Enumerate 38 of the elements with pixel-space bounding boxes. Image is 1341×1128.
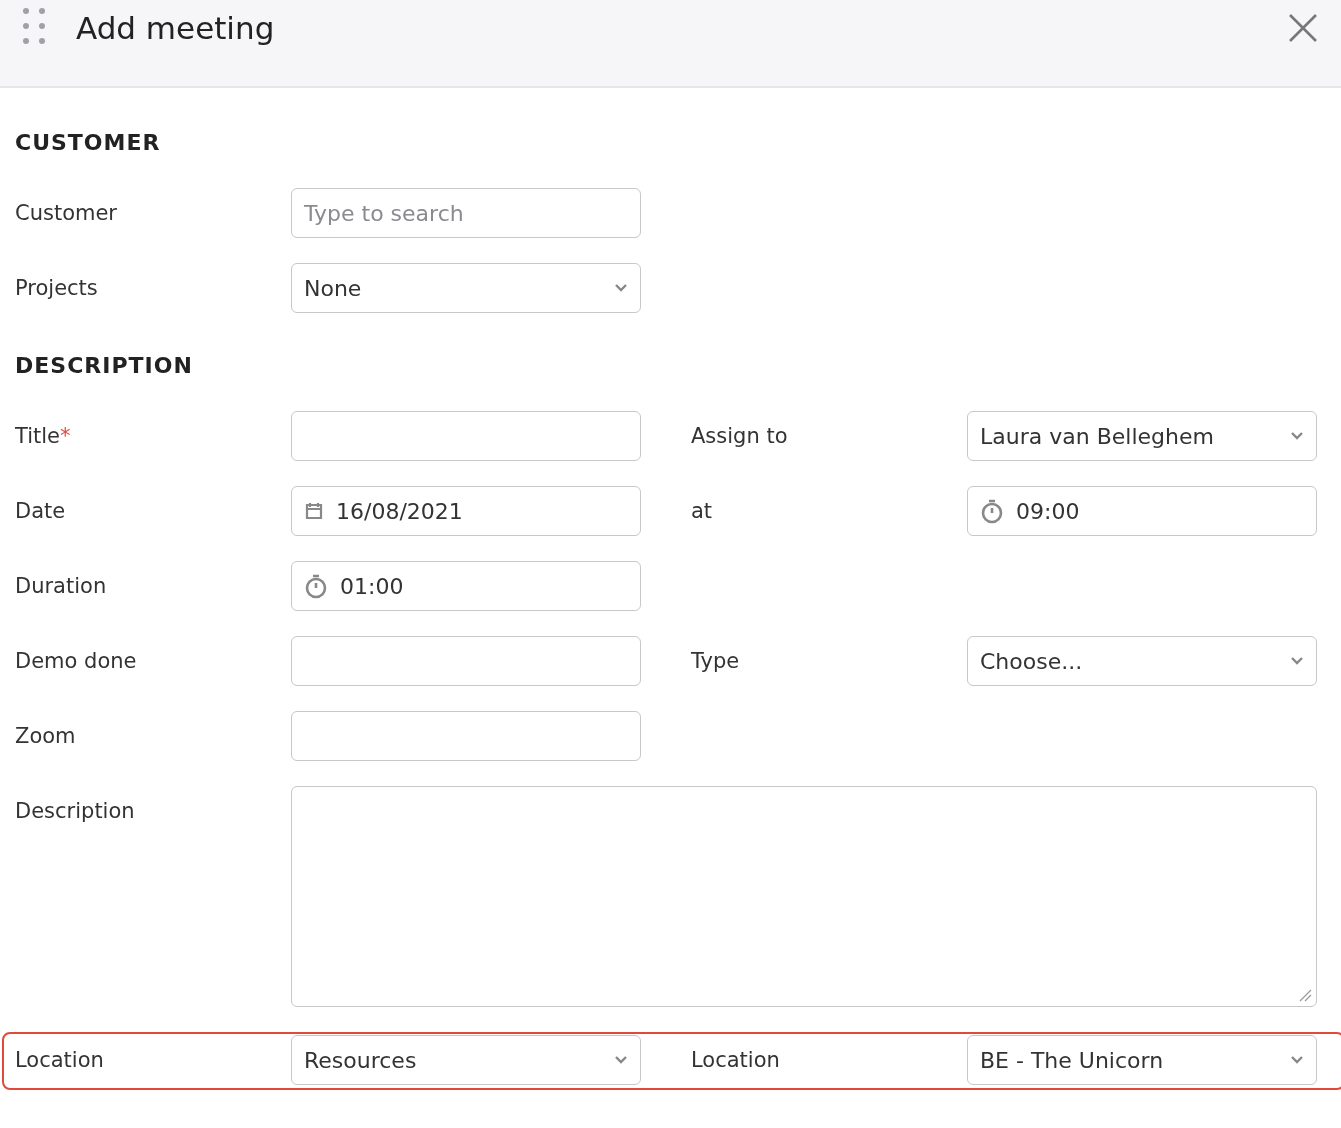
field-label: at	[691, 498, 714, 525]
input-field[interactable]	[291, 636, 641, 686]
chevron-down-icon	[1290, 656, 1304, 666]
field-label: Description	[15, 798, 136, 825]
field-label: Location	[691, 1047, 781, 1074]
chevron-down-icon	[1290, 1055, 1304, 1065]
chevron-down-icon	[614, 1055, 628, 1065]
chevron-down-icon	[614, 283, 628, 293]
time-field[interactable]: 01:00	[291, 561, 641, 611]
section-heading: DESCRIPTION	[15, 352, 194, 380]
field-label: Demo done	[15, 648, 138, 675]
select-field[interactable]: BE - The Unicorn	[967, 1035, 1317, 1085]
select-field[interactable]: Choose...	[967, 636, 1317, 686]
field-label: Title*	[15, 423, 72, 450]
field-label: Type	[691, 648, 741, 675]
section-heading: CUSTOMER	[15, 129, 162, 157]
resize-handle-icon[interactable]	[1298, 988, 1312, 1002]
field-label: Zoom	[15, 723, 77, 750]
field-label: Duration	[15, 573, 108, 600]
select-field[interactable]: Resources	[291, 1035, 641, 1085]
select-field[interactable]: Laura van Belleghem	[967, 411, 1317, 461]
time-field[interactable]: 09:00	[967, 486, 1317, 536]
stopwatch-icon	[304, 573, 328, 599]
select-field[interactable]: None	[291, 263, 641, 313]
dialog-title: Add meeting	[76, 9, 276, 48]
chevron-down-icon	[1290, 431, 1304, 441]
date-field[interactable]: 16/08/2021	[291, 486, 641, 536]
field-label: Assign to	[691, 423, 789, 450]
drag-handle-icon[interactable]	[22, 6, 46, 46]
field-label: Date	[15, 498, 67, 525]
close-icon[interactable]	[1287, 12, 1319, 44]
field-label: Location	[15, 1047, 105, 1074]
input-field[interactable]	[291, 711, 641, 761]
field-label: Customer	[15, 200, 118, 227]
calendar-icon	[304, 501, 324, 521]
field-label: Projects	[15, 275, 99, 302]
stopwatch-icon	[980, 498, 1004, 524]
input-field[interactable]	[291, 411, 641, 461]
